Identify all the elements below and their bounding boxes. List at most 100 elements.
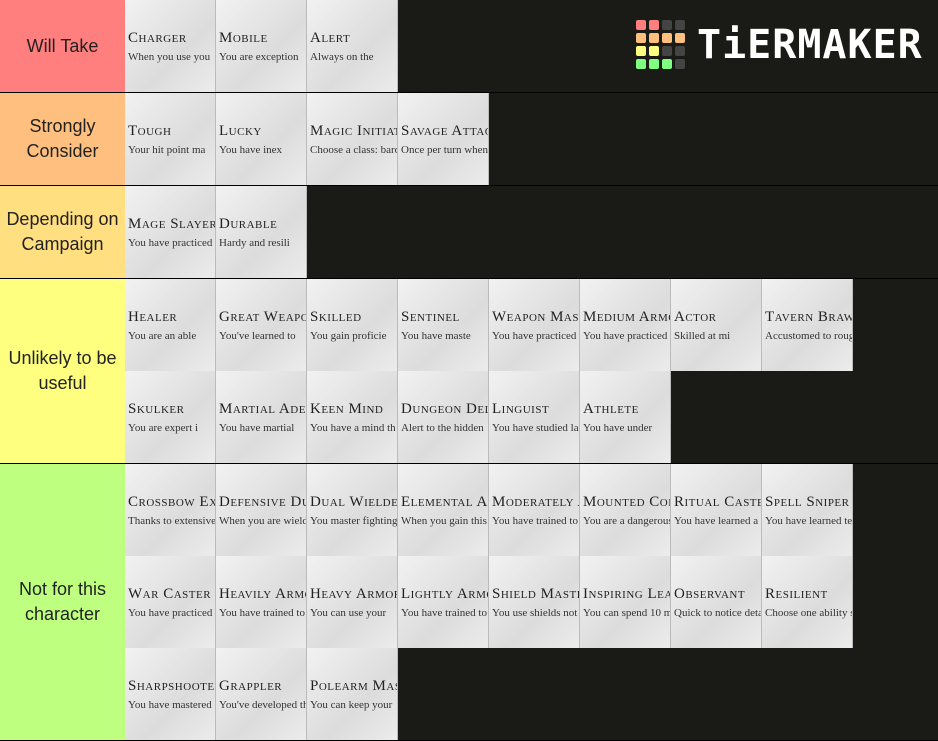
card-title: Mage Slayer	[128, 216, 216, 232]
card-text: Hardy and resili	[219, 237, 290, 249]
logo-grid-icon	[636, 20, 685, 69]
card-title: Heavy Armor Master	[310, 586, 398, 602]
tier-item-card[interactable]: Grappler You've developed th	[216, 648, 307, 740]
tier-item-card[interactable]: Healer You are an able	[125, 279, 216, 371]
card-text: You are an able	[128, 330, 197, 342]
card-title: Grappler	[219, 678, 283, 694]
tier-item-card[interactable]: Alert Always on the	[307, 0, 398, 92]
tier-item-card[interactable]: Martial Adept You have martial	[216, 371, 307, 463]
card-title: Resilient	[765, 586, 828, 602]
tier-item-card[interactable]: Spell Sniper You have learned tec	[762, 464, 853, 556]
card-title: Heavily Armored	[219, 586, 306, 602]
tier-item-card[interactable]: Dual Wielder You master fighting	[307, 464, 398, 556]
tier-item-card[interactable]: Mounted Combatant You are a dangerous	[580, 464, 671, 556]
tier-item-card[interactable]: Moderately Armored You have trained to	[489, 464, 580, 556]
card-title: Polearm Master	[310, 678, 397, 694]
card-title: Sharpshooter	[128, 678, 216, 694]
logo-cell	[675, 33, 685, 43]
card-title: Shield Master	[492, 586, 579, 602]
tier-item-card[interactable]: Observant Quick to notice detai	[671, 556, 762, 648]
tier-item-card[interactable]: Ritual Caster You have learned a	[671, 464, 762, 556]
card-title: War Caster	[128, 586, 212, 602]
tier-item-card[interactable]: Keen Mind You have a mind th	[307, 371, 398, 463]
card-title: Actor	[674, 309, 717, 325]
card-text: When you use you	[128, 51, 211, 63]
tier-item-card[interactable]: Resilient Choose one ability sc	[762, 556, 853, 648]
tier-item-card[interactable]: Mage Slayer You have practiced	[125, 186, 216, 278]
card-text: Accustomed to rough	[765, 330, 853, 342]
card-text: You have practiced	[583, 330, 668, 342]
tier-item-card[interactable]: Actor Skilled at mi	[671, 279, 762, 371]
tier-item-card[interactable]: Magic Initiate Choose a class: bard	[307, 93, 398, 185]
logo-cell	[662, 46, 672, 56]
card-text: You are exception	[219, 51, 299, 63]
card-title: Martial Adept	[219, 401, 306, 417]
tier-item-card[interactable]: Inspiring Leader You can spend 10 min	[580, 556, 671, 648]
tier-item-card[interactable]: Skulker You are expert i	[125, 371, 216, 463]
card-text: When you gain this feat	[401, 515, 488, 527]
card-text: When you are wielding	[219, 515, 306, 527]
logo-cell	[662, 59, 672, 69]
tier-item-card[interactable]: Durable Hardy and resili	[216, 186, 307, 278]
tier-item-card[interactable]: Defensive Duelist When you are wielding	[216, 464, 307, 556]
tier-item-card[interactable]: Tough Your hit point ma	[125, 93, 216, 185]
tier-label[interactable]: Not for this character	[0, 464, 125, 740]
tier-item-card[interactable]: Mobile You are exception	[216, 0, 307, 92]
tier-item-card[interactable]: Heavy Armor Master You can use your	[307, 556, 398, 648]
logo-cell	[636, 20, 646, 30]
logo-cell	[675, 20, 685, 30]
card-text: You have trained to	[492, 515, 578, 527]
logo-text: TiERMAKER	[697, 21, 923, 68]
tier-item-card[interactable]: Medium Armor Master You have practiced	[580, 279, 671, 371]
card-text: You have maste	[401, 330, 471, 342]
card-title: Tough	[128, 123, 172, 139]
card-title: Lucky	[219, 123, 262, 139]
tier-label[interactable]: Depending on Campaign	[0, 186, 125, 278]
tier-item-card[interactable]: Crossbow Expert Thanks to extensive	[125, 464, 216, 556]
tier-item-card[interactable]: Heavily Armored You have trained to	[216, 556, 307, 648]
tier-item-card[interactable]: Sentinel You have maste	[398, 279, 489, 371]
tier-item-card[interactable]: Athlete You have under	[580, 371, 671, 463]
card-title: Linguist	[492, 401, 550, 417]
tier-item-card[interactable]: Lightly Armored You have trained to	[398, 556, 489, 648]
logo-cell	[636, 46, 646, 56]
card-title: Ritual Caster	[674, 494, 761, 510]
card-text: You have under	[583, 422, 653, 434]
tier-item-card[interactable]: Savage Attacker Once per turn when	[398, 93, 489, 185]
tier-item-card[interactable]: Great Weapon Master You've learned to	[216, 279, 307, 371]
tier-item-card[interactable]: Weapon Master You have practiced	[489, 279, 580, 371]
card-text: You have inex	[219, 144, 283, 156]
card-title: Durable	[219, 216, 278, 232]
tier-item-card[interactable]: Lucky You have inex	[216, 93, 307, 185]
tier-item-card[interactable]: Polearm Master You can keep your	[307, 648, 398, 740]
card-title: Weapon Master	[492, 309, 579, 325]
logo-cell	[649, 46, 659, 56]
card-text: You have practiced c	[128, 607, 216, 619]
card-title: Dungeon Delver	[401, 401, 489, 417]
tier-item-card[interactable]: Linguist You have studied la	[489, 371, 580, 463]
tier-label[interactable]: Will Take	[0, 0, 125, 92]
card-text: You have learned a	[674, 515, 759, 527]
card-text: You have a mind th	[310, 422, 396, 434]
card-title: Skilled	[310, 309, 362, 325]
logo-cell	[649, 59, 659, 69]
card-text: You have trained to	[401, 607, 487, 619]
tier-item-card[interactable]: War Caster You have practiced c	[125, 556, 216, 648]
tiermaker-logo[interactable]: TiERMAKER	[636, 20, 923, 69]
tier-label[interactable]: Unlikely to be useful	[0, 279, 125, 463]
tier-item-card[interactable]: Skilled You gain proficie	[307, 279, 398, 371]
card-text: You have practiced	[128, 237, 213, 249]
tier-item-card[interactable]: Shield Master You use shields not	[489, 556, 580, 648]
card-title: Sentinel	[401, 309, 460, 325]
tier-item-card[interactable]: Charger When you use you	[125, 0, 216, 92]
card-title: Observant	[674, 586, 746, 602]
tier-item-card[interactable]: Dungeon Delver Alert to the hidden	[398, 371, 489, 463]
tier-label[interactable]: Strongly Consider	[0, 93, 125, 185]
tier-item-card[interactable]: Sharpshooter You have mastered	[125, 648, 216, 740]
tier-item-card[interactable]: Tavern Brawler Accustomed to rough	[762, 279, 853, 371]
card-title: Great Weapon Master	[219, 309, 306, 325]
tier-item-card[interactable]: Elemental Adept When you gain this feat	[398, 464, 489, 556]
card-title: Spell Sniper	[765, 494, 850, 510]
logo-cell	[649, 20, 659, 30]
card-title: Savage Attacker	[401, 123, 488, 139]
